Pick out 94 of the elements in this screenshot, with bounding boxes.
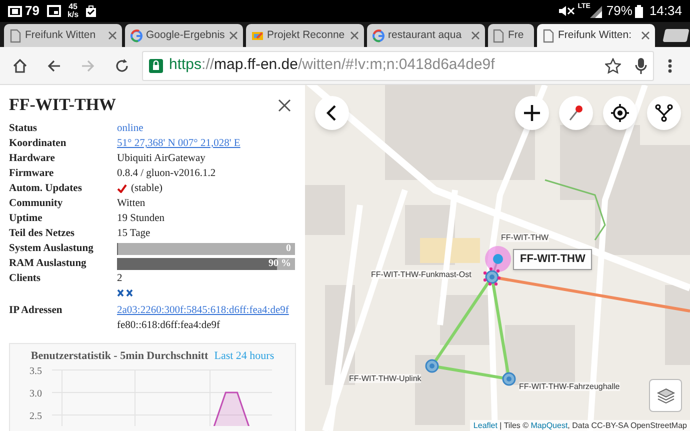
field-label: Status xyxy=(9,122,38,136)
battery-percent: 79% xyxy=(606,2,632,20)
layers-icon xyxy=(656,386,676,404)
attribution-link[interactable]: MapQuest xyxy=(530,420,568,431)
close-icon[interactable] xyxy=(108,31,117,40)
tab-title: Fre xyxy=(508,28,525,43)
node-marker-icon[interactable] xyxy=(425,359,439,373)
node-tooltip: FF-WIT-THW xyxy=(513,249,592,270)
tab-title: Freifunk Witten xyxy=(25,28,97,43)
add-icon xyxy=(523,104,541,122)
close-icon[interactable] xyxy=(641,31,650,40)
notification-count: 79 xyxy=(25,2,40,20)
vibrate-mute-icon xyxy=(556,5,575,17)
cluster-ring-icon xyxy=(482,267,502,287)
field-value: 15 Tage xyxy=(117,227,152,241)
battery-icon xyxy=(635,4,644,18)
node-label: FF-WIT-THW-Fahrzeughalle xyxy=(519,382,620,391)
bar-value: 0 xyxy=(286,242,291,254)
attribution-link[interactable]: Leaflet xyxy=(473,420,498,431)
browser-tab[interactable]: Freifunk Witten xyxy=(4,24,122,47)
axis-tick-label: 2.5 xyxy=(30,411,42,422)
field-label: Teil des Netzes xyxy=(9,227,76,241)
close-icon[interactable] xyxy=(350,31,359,40)
picture-in-picture-icon xyxy=(47,5,62,17)
field-label: Uptime xyxy=(9,212,44,226)
clock: 14:34 xyxy=(649,2,682,20)
url-text: https://map.ff-en.de/witten/#!v:m;n:0418d6a4de9f xyxy=(169,55,496,76)
page-icon xyxy=(542,28,555,42)
browser-tab[interactable]: Freifunk Witten: xyxy=(537,24,655,47)
node-label: FF-WIT-THW-Funkmast-Ost xyxy=(371,270,472,279)
browser-tab[interactable]: Projekt Reconne xyxy=(246,24,364,47)
fork-icon xyxy=(655,104,673,122)
axis-tick-label: 3.0 xyxy=(30,388,42,400)
field-label: Hardware xyxy=(9,152,56,166)
field-value: 0.8.4 / gluon-v2016.1.2 xyxy=(117,167,217,181)
signal-icon xyxy=(590,4,602,18)
coordinates-link[interactable]: 51° 27,368' N 007° 21,028' E xyxy=(117,136,297,151)
status-text: online xyxy=(117,122,144,136)
field-value: Ubiquiti AirGateway xyxy=(117,152,206,166)
attribution-text: , Data CC-BY-SA OpenStreetMap xyxy=(568,420,687,431)
field-label: Autom. Updates xyxy=(9,182,83,196)
field-value: (stable) xyxy=(131,182,162,196)
axis-tick-label: 3.5 xyxy=(30,366,42,377)
google-icon xyxy=(372,28,385,42)
client-icon xyxy=(117,289,124,297)
field-label: Koordinaten xyxy=(9,137,68,151)
field-label: System Auslastung xyxy=(9,242,94,256)
bookmark-star-icon[interactable] xyxy=(605,58,621,74)
clipboard-check-icon xyxy=(84,4,97,18)
notification-icon xyxy=(8,5,22,17)
home-icon[interactable] xyxy=(12,58,28,74)
field-value: Witten xyxy=(117,197,146,211)
close-icon[interactable] xyxy=(229,31,238,40)
tab-title: Projekt Reconne xyxy=(267,28,346,43)
layers-button[interactable] xyxy=(649,379,682,412)
tab-title: Freifunk Witten: xyxy=(558,28,633,43)
speed-value: 45 xyxy=(68,3,78,11)
close-icon[interactable] xyxy=(278,99,291,112)
chart-title: Benutzerstatistik - 5min Durchschnitt xyxy=(30,348,208,364)
node-label: FF-WIT-THW-Uplink xyxy=(349,374,422,383)
locate-icon xyxy=(611,104,629,122)
node-marker-icon[interactable] xyxy=(502,372,516,386)
ip-address: fe80::618:d6ff:fea4:de9f xyxy=(117,319,222,333)
tab-title: restaurant aqua xyxy=(388,28,463,43)
node-marker-icon[interactable] xyxy=(485,246,511,272)
field-label: RAM Auslastung xyxy=(9,257,88,271)
address-field[interactable]: https://map.ff-en.de/witten/#!v:m;n:0418d6a4de9f xyxy=(142,50,654,80)
field-label: Clients xyxy=(9,272,42,286)
new-tab-button[interactable] xyxy=(662,29,690,42)
speed-unit: k/s xyxy=(67,11,79,19)
bar-value: 90 % xyxy=(268,258,291,270)
field-label: Community xyxy=(9,197,64,211)
client-icon xyxy=(126,289,133,297)
field-value: 19 Stunden xyxy=(117,212,166,226)
attribution-text: | Tiles © xyxy=(498,420,530,431)
node-label: FF-WIT-THW xyxy=(501,233,549,242)
field-label: Firmware xyxy=(9,167,55,181)
page-icon xyxy=(9,28,22,42)
browser-tab[interactable]: restaurant aqua xyxy=(367,24,485,47)
reload-icon[interactable] xyxy=(114,58,130,74)
close-icon[interactable] xyxy=(471,31,480,40)
browser-tab[interactable]: Google-Ergebnis xyxy=(125,24,243,47)
ip-address-link[interactable]: 2a03:2260:300f:5845:618:d6ff:fea4:de9f xyxy=(117,303,297,318)
google-icon xyxy=(130,28,143,42)
back-icon[interactable] xyxy=(46,58,62,74)
field-label: IP Adressen xyxy=(9,304,64,318)
pin-icon xyxy=(567,104,585,122)
page-icon xyxy=(492,28,505,42)
menu-icon[interactable] xyxy=(668,58,672,74)
node-title: FF-WIT-THW xyxy=(9,95,116,115)
field-value: 2 xyxy=(117,272,124,286)
tab-title: Google-Ergebnis xyxy=(146,28,226,43)
browser-tab[interactable]: Fre xyxy=(488,24,534,47)
microphone-icon[interactable] xyxy=(635,58,647,74)
